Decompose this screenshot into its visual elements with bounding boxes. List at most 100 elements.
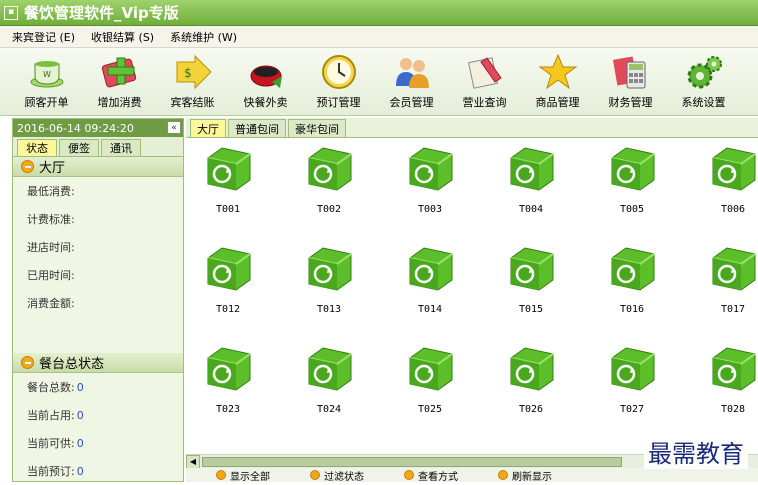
- table-tile[interactable]: T015: [491, 238, 571, 328]
- table-tile[interactable]: T001: [188, 138, 268, 228]
- add-consumption-label: 增加消费: [97, 96, 142, 109]
- reservation-button[interactable]: 预订管理: [302, 48, 375, 114]
- product-management-label: 商品管理: [535, 96, 580, 109]
- reserved-value: 0: [76, 464, 84, 478]
- hall-section-title: 大厅: [39, 161, 66, 176]
- table-tile[interactable]: T004: [491, 138, 571, 228]
- show-all-label: 显示全部: [230, 471, 270, 483]
- finance-management-button[interactable]: 财务管理: [594, 48, 667, 114]
- scroll-left-arrow-icon[interactable]: ◀: [186, 455, 200, 469]
- table-folder-icon: [207, 247, 251, 291]
- table-number: T002: [316, 204, 342, 215]
- menu-system-maintenance[interactable]: 系统维护 (W): [170, 29, 237, 45]
- status-panel: 2016-06-14 09:24:20 « 状态 便签 通讯 大厅 最低消费: …: [12, 118, 184, 482]
- tab-notes[interactable]: 便签: [59, 139, 99, 156]
- table-folder-icon: [611, 247, 655, 291]
- room-tabs: 大厅 普通包间 豪华包间: [186, 118, 758, 138]
- calculator-icon: [612, 56, 645, 89]
- view-mode-label: 查看方式: [418, 471, 458, 483]
- table-tile[interactable]: T005: [592, 138, 672, 228]
- table-number: T025: [417, 404, 443, 415]
- table-tile[interactable]: T026: [491, 338, 571, 428]
- clock-icon: [321, 55, 356, 89]
- product-management-button[interactable]: 商品管理: [521, 48, 594, 114]
- billing-standard-field: 计费标准:: [13, 205, 183, 233]
- hall-section-header[interactable]: 大厅: [13, 157, 183, 177]
- menu-cashier-settlement[interactable]: 收银结算 (S): [91, 29, 154, 45]
- table-number: T017: [720, 304, 746, 315]
- table-number: T027: [619, 404, 645, 415]
- datetime-bar: 2016-06-14 09:24:20 «: [13, 119, 183, 137]
- takeaway-label: 快餐外卖: [243, 96, 288, 109]
- table-tile[interactable]: T027: [592, 338, 672, 428]
- system-settings-button[interactable]: 系统设置: [667, 48, 740, 114]
- table-tile[interactable]: T025: [390, 338, 470, 428]
- table-number: T001: [215, 204, 241, 215]
- view-mode-button[interactable]: 查看方式: [404, 468, 458, 482]
- window-menu-icon[interactable]: ▪: [4, 5, 18, 20]
- min-consumption-field: 最低消费:: [13, 177, 183, 205]
- table-folder-icon: [712, 347, 756, 391]
- tab-communication[interactable]: 通讯: [101, 139, 141, 156]
- refresh-button[interactable]: 刷新显示: [498, 468, 552, 482]
- menu-guest-registration[interactable]: 来宾登记 (E): [12, 29, 75, 45]
- business-query-label: 营业查询: [462, 96, 507, 109]
- table-tile[interactable]: T013: [289, 238, 369, 328]
- table-number: T024: [316, 404, 342, 415]
- tab-luxury-room[interactable]: 豪华包间: [288, 119, 346, 137]
- table-number: T014: [417, 304, 443, 315]
- takeaway-button[interactable]: 快餐外卖: [229, 48, 302, 114]
- available-field: 当前可供: 0: [13, 429, 183, 457]
- star-icon: [537, 53, 578, 90]
- available-label: 当前可供:: [27, 437, 75, 450]
- tab-regular-room[interactable]: 普通包间: [228, 119, 286, 137]
- table-tile[interactable]: T006: [693, 138, 758, 228]
- table-number: T006: [720, 204, 746, 215]
- business-query-button[interactable]: 营业查询: [448, 48, 521, 114]
- consumption-amount-label: 消费金额:: [27, 297, 75, 310]
- collapse-panel-button[interactable]: «: [167, 121, 181, 134]
- table-folder-icon: [712, 147, 756, 191]
- tab-status[interactable]: 状态: [17, 139, 57, 156]
- table-grid: T001 T002 T003 T004 T005 T006 T012 T013 T014 T015…: [186, 138, 758, 454]
- table-number: T004: [518, 204, 544, 215]
- min-consumption-label: 最低消费:: [27, 185, 75, 198]
- left-tabs: 状态 便签 通讯: [13, 137, 183, 157]
- available-value: 0: [76, 436, 84, 450]
- current-datetime: 2016-06-14 09:24:20: [17, 121, 134, 135]
- table-folder-icon: [308, 247, 352, 291]
- table-tile[interactable]: T003: [390, 138, 470, 228]
- guest-checkout-button[interactable]: $ 宾客结账: [156, 48, 229, 114]
- member-management-button[interactable]: 会员管理: [375, 48, 448, 114]
- table-folder-icon: [510, 347, 554, 391]
- filter-status-button[interactable]: 过滤状态: [310, 468, 364, 482]
- svg-text:W: W: [43, 70, 51, 79]
- refresh-icon: [498, 470, 508, 480]
- table-number: T003: [417, 204, 443, 215]
- table-tile[interactable]: T023: [188, 338, 268, 428]
- open-order-button[interactable]: W 顾客开单: [10, 48, 83, 114]
- collapse-section-icon: [21, 160, 34, 173]
- total-tables-field: 餐台总数: 0: [13, 373, 183, 401]
- open-order-label: 顾客开单: [24, 96, 69, 109]
- table-tile[interactable]: T002: [289, 138, 369, 228]
- table-folder-icon: [409, 147, 453, 191]
- add-consumption-button[interactable]: 增加消费: [83, 48, 156, 114]
- table-tile[interactable]: T016: [592, 238, 672, 328]
- finance-management-label: 财务管理: [608, 96, 653, 109]
- tab-hall[interactable]: 大厅: [190, 119, 226, 137]
- table-tile[interactable]: T017: [693, 238, 758, 328]
- system-settings-label: 系统设置: [681, 96, 726, 109]
- occupied-field: 当前占用: 0: [13, 401, 183, 429]
- table-tile[interactable]: T024: [289, 338, 369, 428]
- toolbar: W 顾客开单 增加消费 $ 宾客结账 快餐外卖 预订管理 会员管理 营业查询 商…: [0, 48, 758, 116]
- table-tile[interactable]: T014: [390, 238, 470, 328]
- table-status-section-header[interactable]: 餐台总状态: [13, 353, 183, 373]
- table-folder-icon: [611, 347, 655, 391]
- table-tile[interactable]: T012: [188, 238, 268, 328]
- scroll-thumb[interactable]: [202, 457, 622, 467]
- table-number: T016: [619, 304, 645, 315]
- show-all-button[interactable]: 显示全部: [216, 468, 270, 482]
- elapsed-time-label: 已用时间:: [27, 269, 75, 282]
- table-tile[interactable]: T028: [693, 338, 758, 428]
